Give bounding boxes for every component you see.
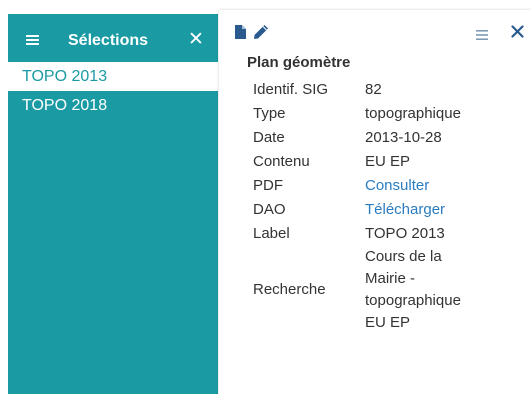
attribute-key: Identif. SIG bbox=[253, 81, 329, 98]
attribute-key: Recherche bbox=[253, 281, 326, 298]
attribute-key: Type bbox=[253, 105, 286, 122]
file-icon[interactable] bbox=[235, 25, 246, 39]
table-row: Identif. SIG 82 bbox=[253, 78, 525, 102]
value-line: Cours de la bbox=[365, 248, 442, 265]
attribute-value: 2013-10-28 bbox=[365, 129, 442, 146]
table-row: Contenu EU EP bbox=[253, 150, 525, 174]
table-row: Recherche Cours de la Mairie - topograph… bbox=[253, 246, 525, 334]
attribute-value: EU EP bbox=[365, 153, 411, 170]
selections-list: TOPO 2013 TOPO 2018 bbox=[8, 62, 218, 120]
selections-title: Sélections bbox=[68, 32, 149, 49]
pencil-icon[interactable] bbox=[253, 24, 269, 40]
table-row: DAO Télécharger bbox=[253, 198, 525, 222]
list-icon[interactable] bbox=[26, 35, 39, 45]
table-row: PDF Consulter bbox=[253, 174, 525, 198]
selection-item-topo-2018[interactable]: TOPO 2018 bbox=[8, 91, 218, 120]
feature-title: Plan géomètre bbox=[247, 54, 351, 71]
value-line: Mairie - bbox=[365, 270, 416, 287]
attribute-key: PDF bbox=[253, 177, 283, 194]
attribute-key: Contenu bbox=[253, 153, 310, 170]
table-row: Type topographique bbox=[253, 102, 525, 126]
feature-info-panel: Plan géomètre Identif. SIG 82 Type topog… bbox=[219, 10, 531, 394]
selections-header: Sélections ✕ bbox=[8, 14, 218, 62]
attribute-key: DAO bbox=[253, 201, 286, 218]
dao-telecharger-link[interactable]: Télécharger bbox=[365, 201, 445, 218]
pdf-consulter-link[interactable]: Consulter bbox=[365, 177, 429, 194]
attribute-table: Identif. SIG 82 Type topographique Date … bbox=[253, 78, 525, 334]
table-row: Label TOPO 2013 bbox=[253, 222, 525, 246]
attribute-key: Date bbox=[253, 129, 285, 146]
selection-item-topo-2013[interactable]: TOPO 2013 bbox=[8, 62, 218, 91]
list-icon[interactable] bbox=[476, 27, 488, 40]
table-row: Date 2013-10-28 bbox=[253, 126, 525, 150]
close-icon[interactable]: ✕ bbox=[188, 29, 204, 51]
attribute-key: Label bbox=[253, 225, 290, 242]
attribute-value: topographique bbox=[365, 105, 461, 122]
value-line: topographique bbox=[365, 292, 461, 309]
attribute-value: Cours de la Mairie - topographique EU EP bbox=[365, 246, 525, 334]
attribute-value: 82 bbox=[365, 81, 382, 98]
attribute-value: TOPO 2013 bbox=[365, 225, 445, 242]
close-icon[interactable] bbox=[511, 25, 524, 38]
value-line: EU EP bbox=[365, 314, 411, 331]
selections-panel: Sélections ✕ TOPO 2013 TOPO 2018 bbox=[8, 14, 218, 394]
